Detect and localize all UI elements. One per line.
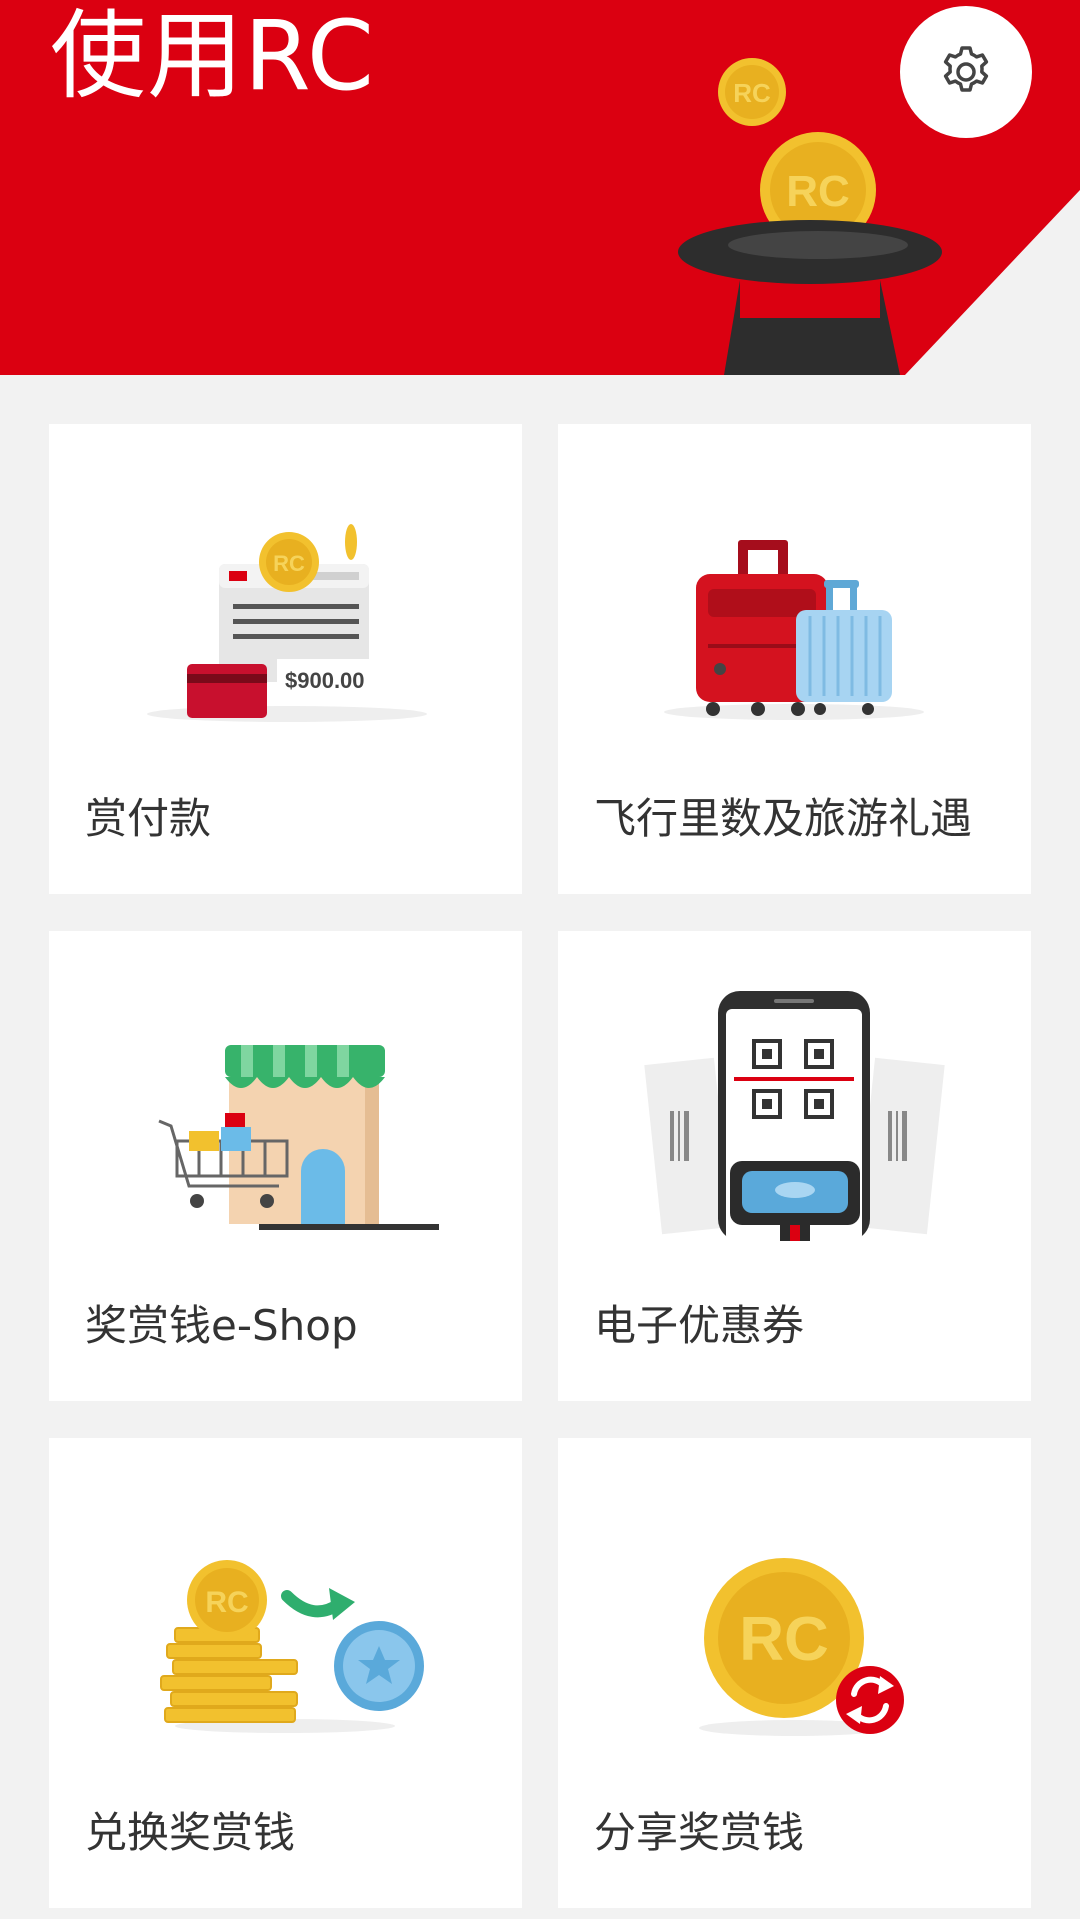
card-label: 赏付款: [85, 794, 212, 843]
coin-text: RC: [739, 1605, 829, 1674]
qr-scan-icon: [644, 991, 945, 1241]
coin-text: RC: [205, 1586, 248, 1619]
luggage-icon: [664, 540, 924, 720]
card-share-rewards[interactable]: RC 分享奖赏钱: [558, 1438, 1031, 1908]
card-pay-with-rc[interactable]: $900.00 RC 赏付款: [49, 424, 522, 894]
coin-text: RC: [733, 78, 771, 108]
amount-text: $900.00: [285, 668, 365, 693]
card-e-coupon[interactable]: 电子优惠券: [558, 931, 1031, 1401]
payment-card-icon: $900.00 RC: [147, 524, 427, 722]
card-redeem-rewards[interactable]: RC 兑换奖赏钱: [49, 1438, 522, 1908]
page-title: 使用RC: [50, 0, 375, 112]
card-miles-travel[interactable]: 飞行里数及旅游礼遇: [558, 424, 1031, 894]
shop-cart-icon: [158, 1045, 439, 1230]
coin-share-icon: RC: [699, 1558, 904, 1736]
card-label: 电子优惠券: [594, 1301, 805, 1350]
coin-text: RC: [786, 167, 850, 216]
settings-button[interactable]: [900, 6, 1032, 138]
card-label: 分享奖赏钱: [594, 1808, 805, 1857]
card-label: 飞行里数及旅游礼遇: [594, 794, 973, 843]
coin-text: RC: [273, 551, 305, 576]
card-eshop[interactable]: 奖赏钱e-Shop: [49, 931, 522, 1401]
gear-icon: [943, 46, 989, 92]
header-banner: 使用RC RC RC: [0, 0, 1080, 375]
coin-exchange-icon: RC: [160, 1560, 424, 1733]
card-label: 兑换奖赏钱: [85, 1808, 296, 1857]
card-label: 奖赏钱e-Shop: [85, 1301, 358, 1350]
